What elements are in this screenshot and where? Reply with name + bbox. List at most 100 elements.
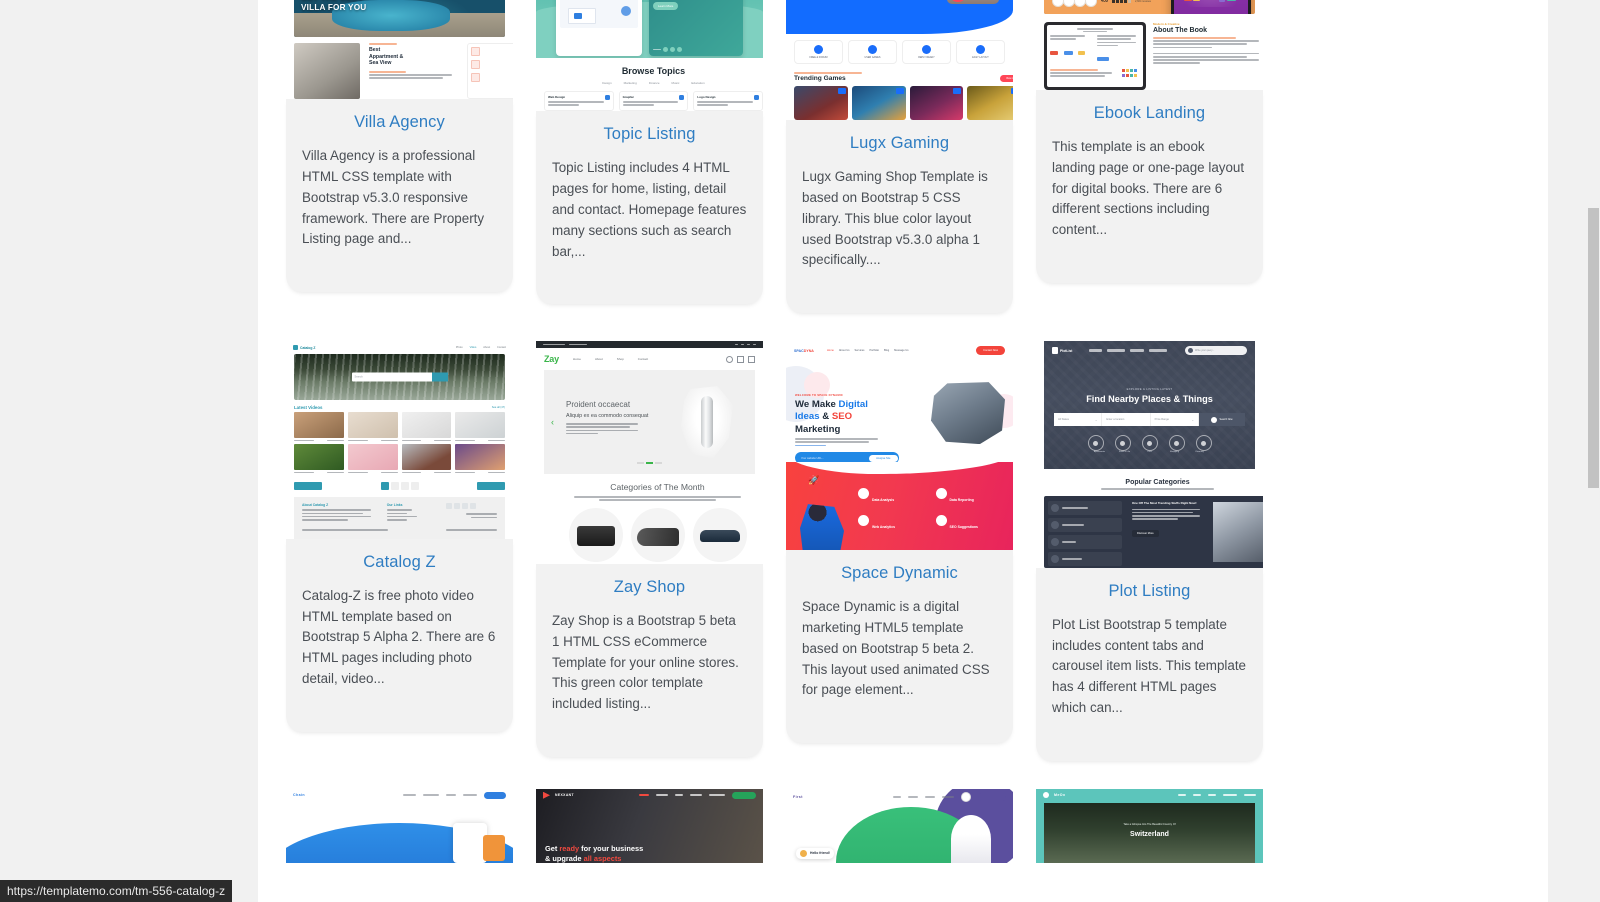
card-title[interactable]: Villa Agency <box>302 113 497 132</box>
card-title[interactable]: Zay Shop <box>552 578 747 597</box>
payment-icon <box>471 73 480 83</box>
preview-stack[interactable]: PlotList Write your query... EXPLORE & L… <box>1036 341 1263 568</box>
category-panel: One Off The Most Trending Stuffs Right N… <box>1044 495 1263 568</box>
footer-heading: Our Links <box>386 503 403 508</box>
template-card-plot-listing[interactable]: PlotList Write your query... EXPLORE & L… <box>1036 341 1263 761</box>
card-body: Zay Shop Zay Shop is a Bootstrap 5 beta … <box>536 563 763 757</box>
hero-heading: Find Nearby Places & Things <box>1086 394 1213 405</box>
card-title[interactable]: Space Dynamic <box>802 564 997 583</box>
meox-logo-icon <box>1043 791 1049 798</box>
pagination <box>286 476 513 498</box>
social-twitter-icon <box>453 503 460 510</box>
know-agent-button <box>732 791 756 799</box>
hero-kicker: WELCOME TO SPACE DYNAMIC <box>795 393 844 398</box>
preview-stack[interactable]: Catalog Z Photo Video About Contact Sear… <box>286 341 513 539</box>
preview-screenshot-secondary: Best Appartment & Sea View <box>286 37 513 100</box>
card-body: Catalog Z Catalog-Z is free photo video … <box>286 538 513 732</box>
card-title[interactable]: Catalog Z <box>302 553 497 572</box>
card-mockup <box>483 834 505 861</box>
template-card-grid: VILLA FOR YOU Best Appartment & Sea View… <box>258 0 1548 891</box>
filter-location: Enter a location <box>1102 413 1151 427</box>
card-row-partial: Chain NEXXANT Get ready for your busines… <box>258 788 1548 863</box>
nav-link: About <box>594 357 603 362</box>
bookmark-icon <box>679 95 685 100</box>
camera-image <box>576 525 615 546</box>
video-item <box>401 444 452 474</box>
person-photo <box>951 814 991 863</box>
area-icon <box>471 47 480 57</box>
template-card-partial-first[interactable]: First Hello friend! <box>786 788 1013 863</box>
template-card-space-dynamic[interactable]: SPACDYNA Home About Us Services Portfoli… <box>786 341 1013 761</box>
topic-hero: Topic <box>536 0 763 58</box>
carousel-dot[interactable] <box>637 462 644 465</box>
game-thumb <box>967 86 1013 121</box>
share-linkedin-icon <box>677 47 682 52</box>
template-card-ebook-landing[interactable]: ebook Introducing ebook <box>1036 0 1263 313</box>
preview-stack[interactable]: VILLA FOR YOU Best Appartment & Sea View <box>286 0 513 100</box>
video-thumb <box>294 412 344 439</box>
card-description: Lugx Gaming Shop Template is based on Bo… <box>802 169 988 268</box>
category-cars-icon <box>1141 435 1158 452</box>
topic-item-title: Logo Design <box>697 95 716 99</box>
video-thumb <box>455 412 505 439</box>
feature-item: Web Analytics <box>858 515 928 534</box>
preview-stack[interactable]: SPACDYNA Home About Us Services Portfoli… <box>786 341 1013 551</box>
device-screen <box>1047 25 1143 87</box>
page-scrollbar-track[interactable] <box>1586 0 1600 902</box>
preview-stack[interactable]: Topic <box>536 0 763 112</box>
wave-shape <box>786 462 1013 475</box>
template-card-lugx-gaming[interactable]: LUGX Login WELCOME TO LUGX <box>786 0 1013 314</box>
catalogz-navbar: Catalog Z Photo Video About Contact <box>286 341 513 355</box>
villa-feature-list <box>467 43 513 100</box>
video-thumb <box>294 444 344 471</box>
phone-mockup <box>453 822 487 863</box>
card-title[interactable]: Topic Listing <box>552 125 747 144</box>
preview-stack[interactable]: Zay Home About Shop Contact ‹ Proident o… <box>536 341 763 564</box>
hero-paragraph <box>566 423 646 436</box>
preview-stack[interactable]: LUGX Login WELCOME TO LUGX <box>786 0 1013 121</box>
filter-label: Price Range <box>1154 418 1169 422</box>
cart-icon <box>737 355 744 363</box>
seo-suggestions-icon <box>935 515 947 527</box>
hero-paragraph <box>795 438 887 448</box>
video-item <box>294 412 344 442</box>
category-label: Cars <box>1147 451 1152 454</box>
video-item <box>347 412 398 442</box>
preview-screenshot-primary: Topic <box>536 0 763 58</box>
nav-link: Home <box>826 349 834 353</box>
filter-price: Price Range ⌄ <box>1151 413 1199 427</box>
card-title[interactable]: Plot Listing <box>1052 582 1247 601</box>
discount-badge: -40% <box>949 0 967 2</box>
page-scrollbar-thumb[interactable] <box>1588 208 1599 488</box>
social-facebook-icon <box>445 503 452 510</box>
template-card-partial-nexxant[interactable]: NEXXANT Get ready for your business & up… <box>536 788 763 863</box>
carousel-dots[interactable] <box>544 462 755 465</box>
nav-search-bar: Write your query... <box>1185 346 1247 356</box>
template-card-catalog-z[interactable]: Catalog Z Photo Video About Contact Sear… <box>286 341 513 761</box>
template-card-topic-listing[interactable]: Topic <box>536 0 763 313</box>
card-body: Space Dynamic Space Dynamic is a digital… <box>786 550 1013 744</box>
template-card-zay-shop[interactable]: Zay Home About Shop Contact ‹ Proident o… <box>536 341 763 761</box>
card-description: Topic Listing includes 4 HTML pages for … <box>552 160 747 259</box>
category-cleaning-icon <box>1195 435 1212 452</box>
carousel-dot[interactable] <box>655 462 662 465</box>
template-card-villa-agency[interactable]: VILLA FOR YOU Best Appartment & Sea View… <box>286 0 513 313</box>
see-all-link: See all (47) <box>491 406 505 410</box>
card-title[interactable]: Lugx Gaming <box>802 134 997 153</box>
rating-value: 4.6 <box>1101 0 1108 4</box>
chevron-down-icon: ⌄ <box>1191 417 1194 422</box>
template-card-partial-meox[interactable]: MeOx Take a Glimpse Into The Beautiful C… <box>1036 788 1263 863</box>
nav-link: Contact <box>497 346 506 350</box>
carousel-dot[interactable] <box>646 462 653 465</box>
zay-navbar: Zay Home About Shop Contact <box>536 348 763 371</box>
topic-item: Graphic <box>618 91 689 112</box>
filter-label: Enter a location <box>1106 418 1125 422</box>
preview-screenshot-primary: NEXXANT Get ready for your business & up… <box>536 788 763 863</box>
preview-stack[interactable]: ebook Introducing ebook <box>1036 0 1263 90</box>
template-card-partial-chain[interactable]: Chain <box>286 788 513 863</box>
game-thumb <box>851 86 906 121</box>
search-icon <box>726 355 733 363</box>
next-page-button <box>477 482 505 491</box>
card-title[interactable]: Ebook Landing <box>1052 104 1247 123</box>
search-placeholder: Search <box>354 375 363 379</box>
